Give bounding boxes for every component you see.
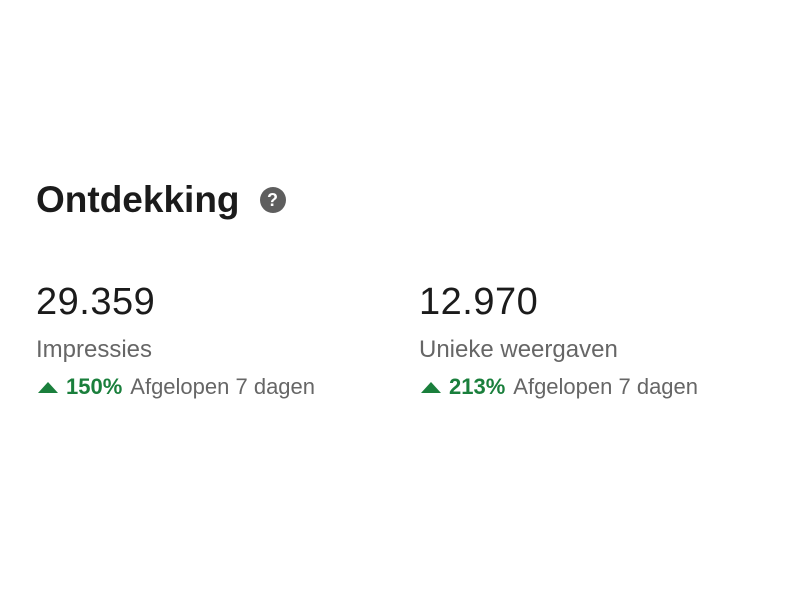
metric-unique-views[interactable]: 12.970 Unieke weergaven 213% Afgelopen 7… xyxy=(419,280,698,400)
trend-period: Afgelopen 7 dagen xyxy=(130,374,316,399)
metric-value: 12.970 xyxy=(419,281,539,323)
metric-value: 29.359 xyxy=(36,281,156,323)
metric-label: Unieke weergaven xyxy=(419,336,618,363)
trend-up-icon xyxy=(421,381,441,393)
metric-label: Impressies xyxy=(36,336,153,363)
metrics-row: 29.359 Impressies 150% Afgelopen 7 dagen… xyxy=(36,280,776,420)
discovery-card: Ontdekking ? 29.359 Impressies 150% Afge… xyxy=(36,172,776,399)
trend-period: Afgelopen 7 dagen xyxy=(513,374,699,399)
section-header: Ontdekking ? xyxy=(36,172,776,228)
trend-up-icon xyxy=(38,381,58,393)
section-title: Ontdekking xyxy=(36,179,240,220)
trend-percentage: 150% xyxy=(66,374,123,399)
trend-percentage: 213% xyxy=(449,374,506,399)
metric-impressions[interactable]: 29.359 Impressies 150% Afgelopen 7 dagen xyxy=(36,280,315,400)
metric-trend: 213% Afgelopen 7 dagen xyxy=(419,374,698,400)
metric-trend: 150% Afgelopen 7 dagen xyxy=(36,374,315,400)
help-icon[interactable]: ? xyxy=(259,187,286,213)
